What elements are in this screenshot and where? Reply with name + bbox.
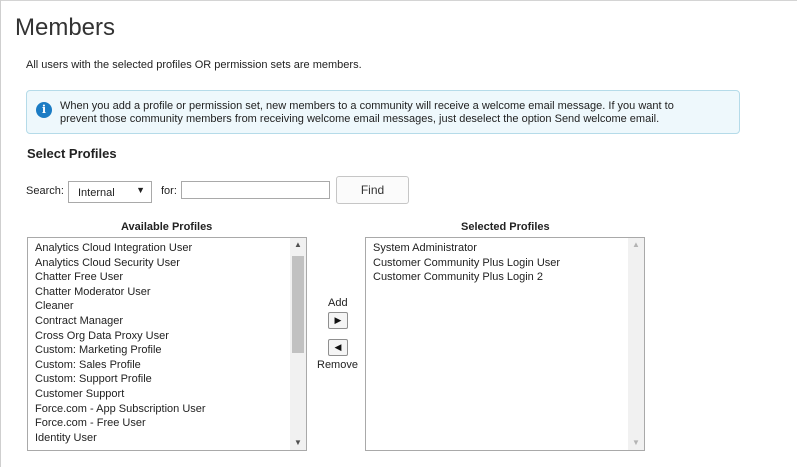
info-text-line-2: prevent those community members from rec… <box>60 113 660 125</box>
search-filter-select[interactable]: Internal ▼ <box>68 181 152 203</box>
list-item[interactable]: Custom: Marketing Profile <box>35 343 206 358</box>
list-item[interactable]: Chatter Free User <box>35 270 206 285</box>
for-label: for: <box>161 185 177 197</box>
arrow-right-icon: ▶ <box>334 315 342 325</box>
top-border <box>0 0 797 1</box>
list-item[interactable]: System Administrator <box>373 241 560 256</box>
left-border <box>0 0 1 467</box>
list-item[interactable]: Cross Org Data Proxy User <box>35 329 206 344</box>
search-filter-value: Internal <box>78 187 115 199</box>
available-profiles-items: Analytics Cloud Integration User Analytic… <box>35 241 206 445</box>
list-item[interactable]: Force.com - Free User <box>35 416 206 431</box>
info-icon: i <box>36 102 52 118</box>
add-label: Add <box>328 297 348 309</box>
list-item[interactable]: Cleaner <box>35 299 206 314</box>
list-item[interactable]: Customer Support <box>35 387 206 402</box>
available-scrollbar[interactable]: ▲ ▼ <box>290 238 306 450</box>
find-button[interactable]: Find <box>336 176 409 204</box>
scroll-up-icon[interactable]: ▲ <box>290 238 306 252</box>
list-item[interactable]: Custom: Sales Profile <box>35 358 206 373</box>
selected-profiles-header: Selected Profiles <box>461 221 550 233</box>
info-message: i When you add a profile or permission s… <box>26 90 740 134</box>
selected-profiles-items: System Administrator Customer Community P… <box>373 241 560 285</box>
add-button[interactable]: ▶ <box>328 312 348 329</box>
info-text: When you add a profile or permission set… <box>60 100 730 126</box>
list-item[interactable]: Customer Community Plus Login 2 <box>373 270 560 285</box>
list-item[interactable]: Customer Community Plus Login User <box>373 256 560 271</box>
list-item[interactable]: Chatter Moderator User <box>35 285 206 300</box>
list-item[interactable]: Analytics Cloud Security User <box>35 256 206 271</box>
scroll-down-icon[interactable]: ▼ <box>628 436 644 450</box>
scroll-thumb[interactable] <box>292 256 304 353</box>
selected-scrollbar[interactable]: ▲ ▼ <box>628 238 644 450</box>
list-item[interactable]: Identity User <box>35 431 206 446</box>
search-label: Search: <box>26 185 64 197</box>
available-profiles-list[interactable]: Analytics Cloud Integration User Analytic… <box>27 237 307 451</box>
scroll-down-icon[interactable]: ▼ <box>290 436 306 450</box>
remove-button[interactable]: ◀ <box>328 339 348 356</box>
dropdown-arrow-icon: ▼ <box>136 185 145 195</box>
list-item[interactable]: Analytics Cloud Integration User <box>35 241 206 256</box>
search-input[interactable] <box>181 181 330 199</box>
available-profiles-header: Available Profiles <box>121 221 213 233</box>
info-text-line-1: When you add a profile or permission set… <box>60 100 674 112</box>
scroll-up-icon[interactable]: ▲ <box>628 238 644 252</box>
page-title: Members <box>15 14 116 41</box>
arrow-left-icon: ◀ <box>334 342 342 352</box>
selected-profiles-list[interactable]: System Administrator Customer Community P… <box>365 237 645 451</box>
list-item[interactable]: Custom: Support Profile <box>35 372 206 387</box>
list-item[interactable]: Contract Manager <box>35 314 206 329</box>
remove-label: Remove <box>317 359 358 371</box>
section-title: Select Profiles <box>27 146 117 161</box>
list-item[interactable]: Force.com - App Subscription User <box>35 402 206 417</box>
page-description: All users with the selected profiles OR … <box>26 59 362 71</box>
